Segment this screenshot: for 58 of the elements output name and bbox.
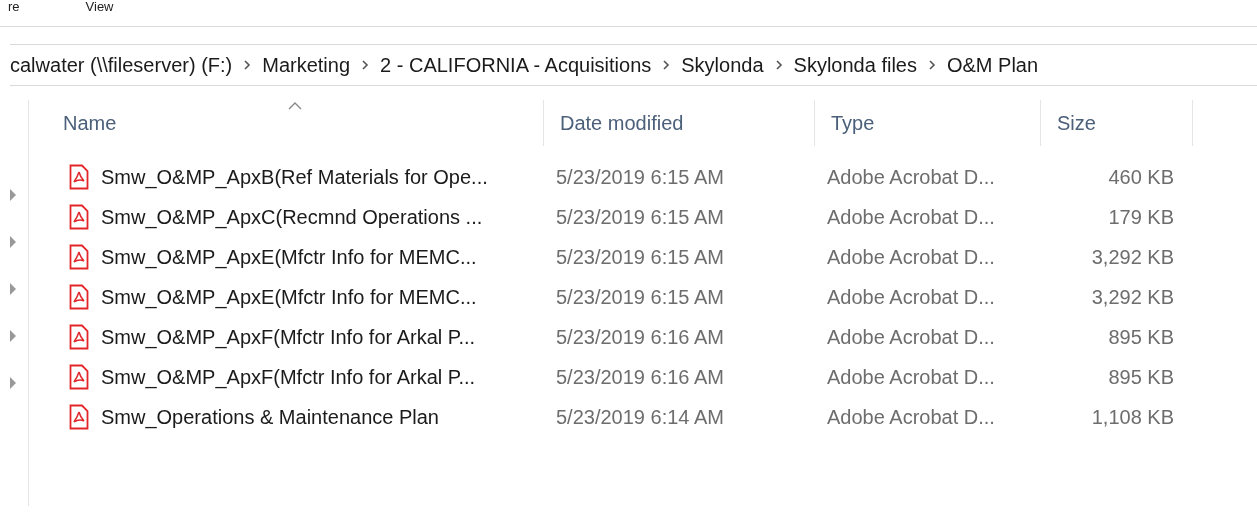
column-header[interactable]: Type: [815, 100, 1041, 146]
file-name[interactable]: Smw_Operations & Maintenance Plan: [101, 405, 439, 429]
date-modified-cell-text: 5/23/2019 6:15 AM: [555, 165, 725, 189]
column-header[interactable]: Name: [47, 100, 544, 146]
column-header[interactable]: Date modified: [544, 100, 815, 146]
file-name[interactable]: Smw_O&MP_ApxF(Mfctr Info for Arkal P...: [101, 325, 476, 349]
file-name[interactable]: Smw_O&MP_ApxE(Mfctr Info for MEMC...: [101, 245, 477, 269]
date-modified-cell-text: 5/23/2019 6:15 AM: [555, 245, 725, 269]
ribbon-tab[interactable]: re: [0, 0, 28, 14]
column-header[interactable]: Size: [1041, 100, 1193, 146]
file-type-cell-text: Adobe Acrobat D...: [826, 405, 996, 429]
file-name[interactable]: Smw_O&MP_ApxC(Recmnd Operations ...: [101, 205, 483, 229]
date-modified-cell-text: 5/23/2019 6:16 AM: [555, 325, 725, 349]
file-name[interactable]: Smw_O&MP_ApxE(Mfctr Info for MEMC...: [101, 285, 477, 309]
file-type-cell-text: Adobe Acrobat D...: [826, 365, 996, 389]
chevron-icon[interactable]: [361, 59, 370, 71]
expand-arrow-icon[interactable]: [9, 376, 17, 390]
file-size-cell-text: 179 KB: [1107, 205, 1174, 229]
chevron-icon[interactable]: [243, 59, 252, 71]
sort-caret-icon: [288, 101, 302, 110]
pdf-file-icon: [69, 204, 89, 230]
expand-arrow-icon[interactable]: [9, 282, 17, 296]
file-size-cell-text: 1,108 KB: [1090, 405, 1174, 429]
pdf-file-icon: [69, 284, 89, 310]
ribbon-tab[interactable]: View: [77, 0, 122, 14]
date-modified-cell-text: 5/23/2019 6:14 AM: [555, 405, 725, 429]
file-size-cell-text: 460 KB: [1107, 165, 1174, 189]
pdf-file-icon: [69, 164, 89, 190]
file-size-cell-text: 3,292 KB: [1090, 245, 1174, 269]
file-name[interactable]: Smw_O&MP_ApxF(Mfctr Info for Arkal P...: [101, 365, 476, 389]
file-name[interactable]: Smw_O&MP_ApxB(Ref Materials for Ope...: [101, 165, 488, 189]
file-type-cell-text: Adobe Acrobat D...: [826, 165, 996, 189]
chevron-icon[interactable]: [662, 59, 671, 71]
pdf-file-icon: [69, 244, 89, 270]
pdf-file-icon: [69, 324, 89, 350]
date-modified-cell-text: 5/23/2019 6:15 AM: [555, 285, 725, 309]
file-size-cell-text: 895 KB: [1107, 325, 1174, 349]
breadcrumb-item[interactable]: Marketing: [256, 53, 357, 77]
expand-arrow-icon[interactable]: [9, 235, 17, 249]
expand-arrow-icon[interactable]: [9, 188, 17, 202]
file-type-cell-text: Adobe Acrobat D...: [826, 245, 996, 269]
file-type-cell-text: Adobe Acrobat D...: [826, 205, 996, 229]
file-size-cell-text: 895 KB: [1107, 365, 1174, 389]
file-size-cell-text: 3,292 KB: [1090, 285, 1174, 309]
chevron-icon[interactable]: [774, 59, 783, 71]
pdf-file-icon: [69, 404, 89, 430]
breadcrumb-item[interactable]: 2 - CALIFORNIA - Acquisitions: [374, 53, 658, 77]
breadcrumb-item[interactable]: Skylonda files: [787, 53, 923, 77]
breadcrumb-item[interactable]: Skylonda: [675, 53, 770, 77]
breadcrumb-item[interactable]: O&M Plan: [940, 53, 1045, 77]
file-type-cell-text: Adobe Acrobat D...: [826, 325, 996, 349]
breadcrumb-item[interactable]: calwater (\\fileserver) (F:): [10, 53, 239, 77]
file-type-cell-text: Adobe Acrobat D...: [826, 285, 996, 309]
chevron-icon[interactable]: [927, 59, 936, 71]
pdf-file-icon: [69, 364, 89, 390]
expand-arrow-icon[interactable]: [9, 329, 17, 343]
date-modified-cell-text: 5/23/2019 6:15 AM: [555, 205, 725, 229]
date-modified-cell-text: 5/23/2019 6:16 AM: [555, 365, 725, 389]
